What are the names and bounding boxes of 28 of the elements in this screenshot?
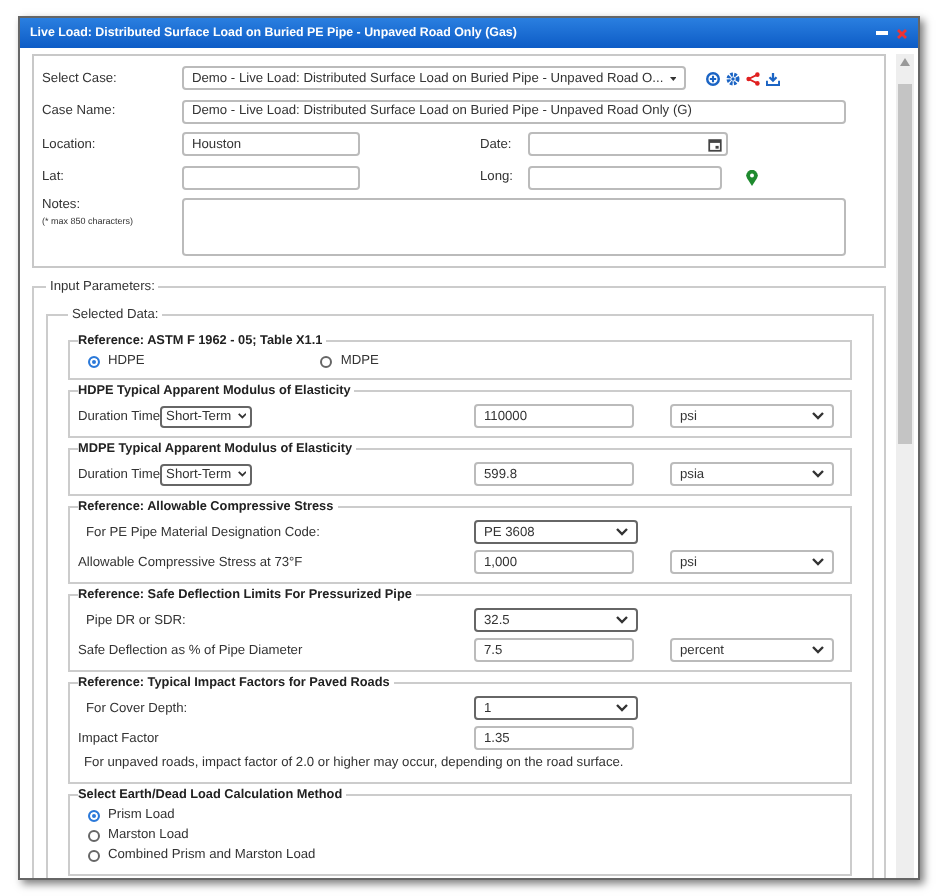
download-icon[interactable]: [766, 71, 780, 85]
chevron-down-icon: [616, 616, 628, 624]
text-field[interactable]: [182, 165, 360, 189]
radio-button[interactable]: [88, 355, 100, 367]
chevron-down-icon: [812, 558, 824, 566]
share-icon[interactable]: [746, 71, 760, 85]
scrollbar-thumb[interactable]: [898, 84, 912, 444]
scrollbar[interactable]: [896, 54, 914, 878]
chevron-down-icon: [812, 412, 824, 420]
add-icon[interactable]: [706, 71, 720, 85]
minimize-icon[interactable]: [876, 30, 888, 36]
chevron-down-icon: [616, 528, 628, 536]
caret-icon: [669, 75, 676, 81]
calendar-icon[interactable]: [708, 137, 722, 151]
date-field[interactable]: [528, 132, 728, 156]
radio-button[interactable]: [88, 849, 100, 861]
text-field[interactable]: [528, 165, 722, 189]
radio-button[interactable]: [88, 809, 100, 821]
scroll-up-icon[interactable]: [900, 58, 910, 66]
chevron-down-icon: [237, 470, 247, 478]
settings-icon[interactable]: [726, 71, 740, 85]
chevron-down-icon: [812, 646, 824, 654]
radio-button[interactable]: [88, 829, 100, 841]
chevron-down-icon: [237, 412, 247, 420]
chevron-down-icon: [616, 704, 628, 712]
map-pin-icon[interactable]: [746, 169, 758, 185]
radio-button[interactable]: [320, 355, 333, 367]
chevron-down-icon: [812, 470, 824, 478]
